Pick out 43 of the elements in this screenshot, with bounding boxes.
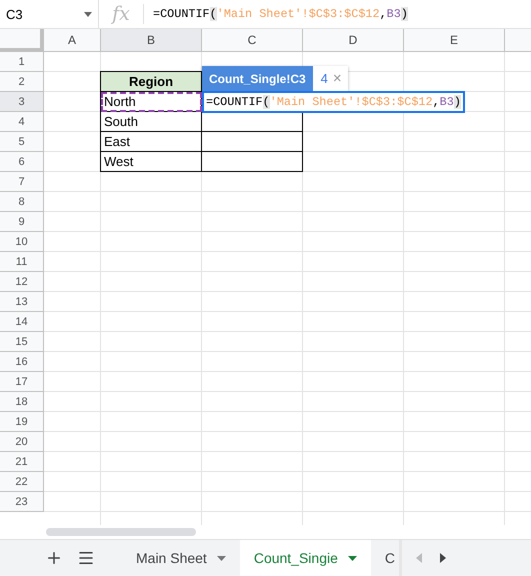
row-header[interactable]: 12 — [0, 272, 44, 292]
formula-bar-text[interactable]: =COUNTIF('Main Sheet'!$C$3:$C$12,B3) — [153, 7, 408, 21]
row-header[interactable]: 3 — [0, 92, 44, 112]
row-header[interactable]: 1 — [0, 52, 44, 72]
table-cell: South — [101, 112, 202, 132]
caret-icon — [84, 12, 92, 16]
header-cell: Region — [101, 72, 202, 92]
row-header[interactable]: 15 — [0, 332, 44, 352]
row-header[interactable]: 16 — [0, 352, 44, 372]
table-cell: West — [101, 152, 202, 172]
row-header[interactable]: 22 — [0, 472, 44, 492]
caret-icon — [348, 556, 357, 560]
sheet-tab[interactable]: Main Sheet — [122, 540, 240, 576]
cell-editor[interactable]: =COUNTIF('Main Sheet'!$C$3:$C$12,B3) — [202, 91, 465, 113]
sheet-tab[interactable]: Count_Singie — [240, 540, 371, 576]
name-box[interactable]: C3 — [0, 0, 99, 28]
result-value: 4 — [320, 70, 329, 88]
row-header[interactable]: 5 — [0, 132, 44, 152]
row-header[interactable]: 14 — [0, 312, 44, 332]
row-header[interactable]: 11 — [0, 252, 44, 272]
row-header[interactable]: 10 — [0, 232, 44, 252]
row-header[interactable]: 17 — [0, 372, 44, 392]
row-header[interactable]: 7 — [0, 172, 44, 192]
sheet-tab[interactable]: C — [370, 540, 400, 576]
cell-formula-text[interactable]: =COUNTIF('Main Sheet'!$C$3:$C$12,B3) — [206, 95, 461, 109]
row-header[interactable]: 18 — [0, 392, 44, 412]
table-cell: North — [101, 92, 202, 112]
row-header[interactable]: 4 — [0, 112, 44, 132]
row-header[interactable]: 2 — [0, 72, 44, 92]
table-cell: East — [101, 132, 202, 152]
row-header[interactable]: 19 — [0, 412, 44, 432]
row-header[interactable]: 9 — [0, 212, 44, 232]
row-header[interactable]: 6 — [0, 152, 44, 172]
row-header[interactable]: 20 — [0, 432, 44, 452]
scrollbar-thumb[interactable] — [46, 528, 196, 536]
column-header[interactable]: B — [101, 29, 202, 51]
row-header[interactable]: 23 — [0, 492, 44, 512]
row-header[interactable]: 13 — [0, 292, 44, 312]
reference-label: Count_Single!C3 — [202, 66, 313, 91]
row-header[interactable]: 8 — [0, 192, 44, 212]
right-arrow-icon[interactable] — [440, 553, 446, 563]
caret-icon — [216, 556, 226, 560]
row-header[interactable]: 21 — [0, 452, 44, 472]
